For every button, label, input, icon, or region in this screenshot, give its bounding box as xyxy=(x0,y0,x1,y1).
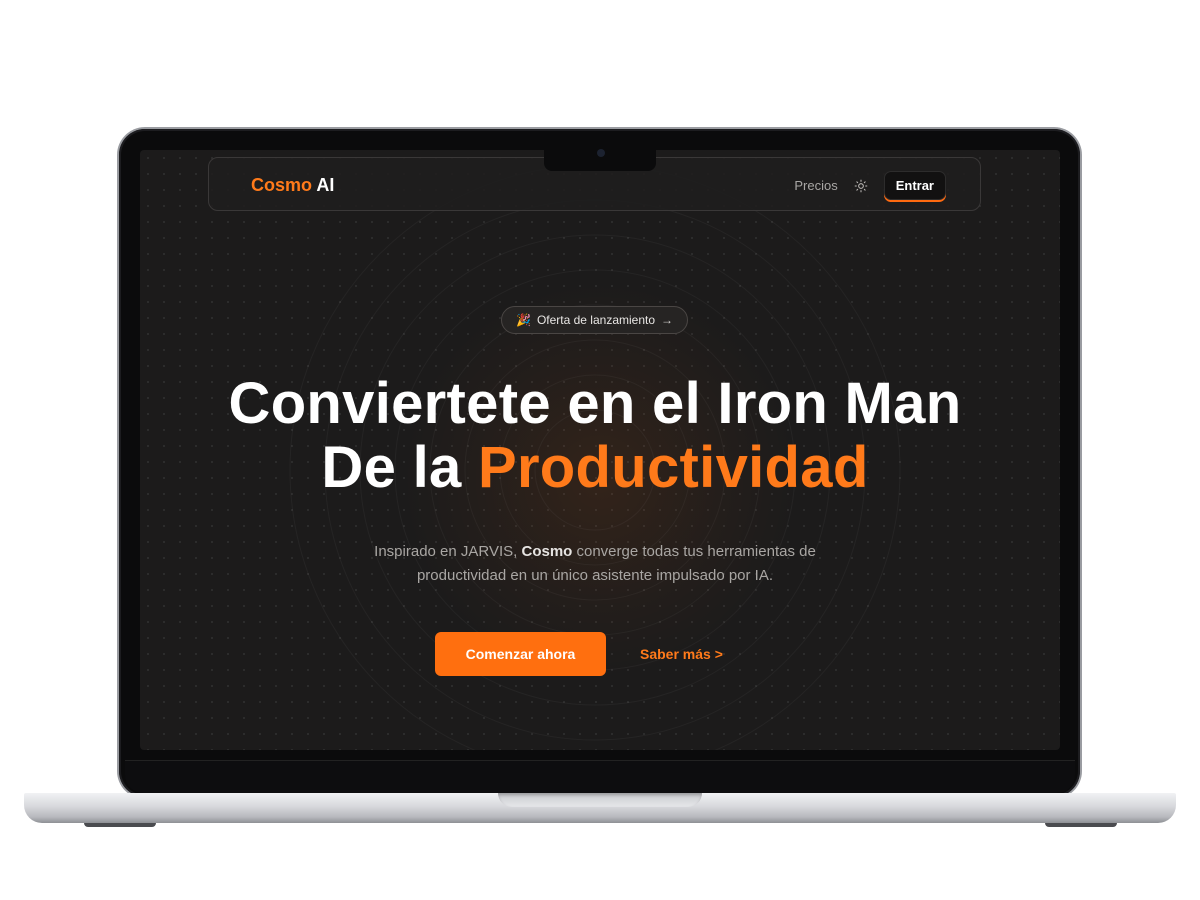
brand-logo[interactable]: Cosmo AI xyxy=(251,175,334,196)
camera-icon xyxy=(597,149,605,157)
arrow-right-icon: → xyxy=(661,313,674,327)
get-started-button[interactable]: Comenzar ahora xyxy=(435,632,606,676)
laptop-foot-right xyxy=(1045,823,1117,827)
party-popper-icon: 🎉 xyxy=(515,313,531,327)
login-button[interactable]: Entrar xyxy=(883,171,946,200)
subtitle-bold: Cosmo xyxy=(521,543,573,560)
hero-subtitle: Inspirado en JARVIS, Cosmo converge toda… xyxy=(340,540,850,588)
launch-offer-badge[interactable]: 🎉 Oferta de lanzamiento → xyxy=(501,306,688,334)
laptop-foot-left xyxy=(84,823,156,827)
hero-headline: Conviertete en el Iron Man De la Product… xyxy=(140,372,1050,500)
sun-icon[interactable] xyxy=(854,179,868,193)
headline-prefix: De la xyxy=(321,435,478,500)
learn-more-link[interactable]: Saber más > xyxy=(640,646,723,662)
brand-name-ai: AI xyxy=(316,175,335,195)
laptop-screen: Cosmo AI Precios Entrar � xyxy=(140,150,1060,750)
brand-name-cosmo: Cosmo xyxy=(251,175,313,195)
nav-actions: Precios Entrar xyxy=(794,171,946,200)
nav-link-pricing[interactable]: Precios xyxy=(794,178,837,193)
laptop-bezel-bottom xyxy=(125,760,1075,793)
headline-line-1: Conviertete en el Iron Man xyxy=(228,371,962,436)
headline-accent: Productividad xyxy=(477,435,869,500)
subtitle-prefix: Inspirado en JARVIS, xyxy=(374,543,522,560)
laptop-base-groove xyxy=(498,793,702,807)
headline-line-2: De la Productividad xyxy=(140,436,1050,500)
badge-label: Oferta de lanzamiento xyxy=(536,313,656,327)
